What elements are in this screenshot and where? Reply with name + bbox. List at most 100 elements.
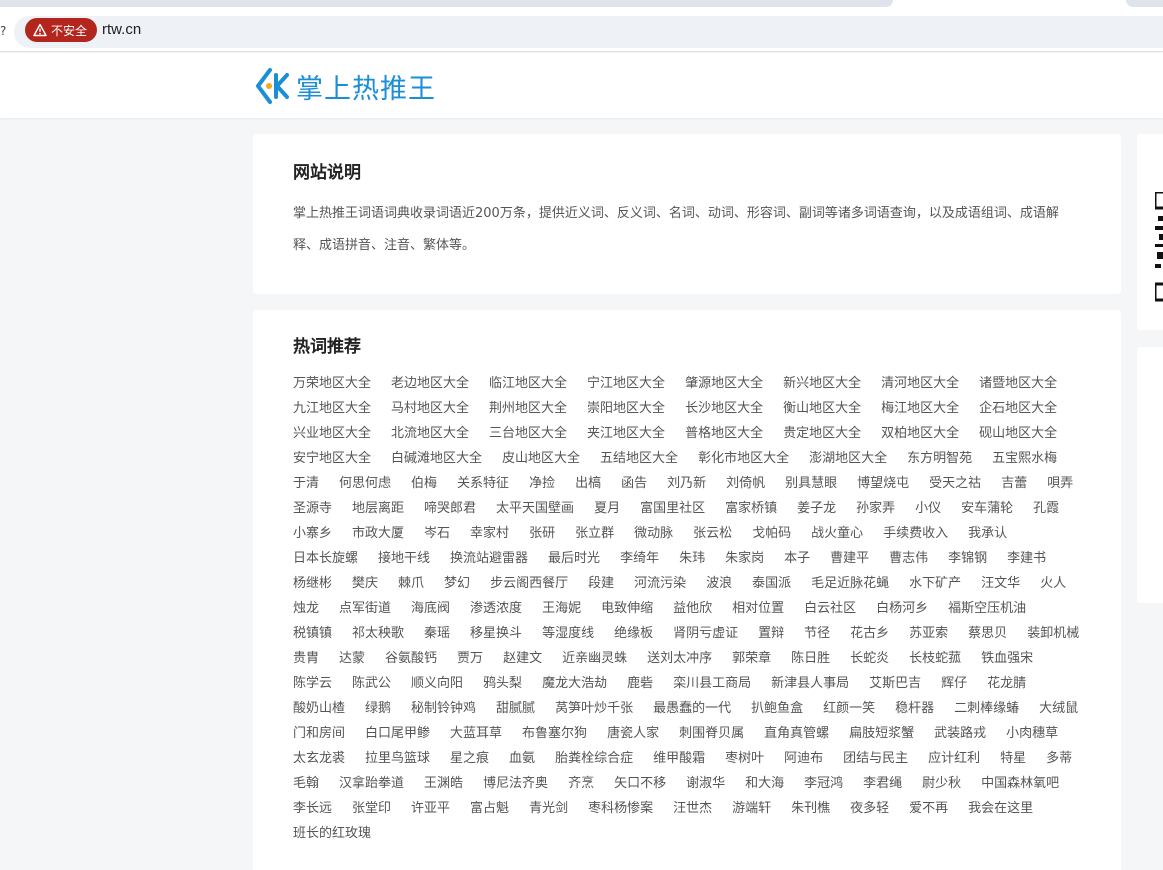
keyword-link[interactable]: 战火童心 bbox=[811, 521, 863, 546]
keyword-link[interactable]: 杨继彬 bbox=[293, 571, 332, 596]
keyword-link[interactable]: 夏月 bbox=[594, 496, 620, 521]
keyword-link[interactable]: 益他欣 bbox=[673, 596, 712, 621]
keyword-link[interactable]: 秦瑶 bbox=[424, 621, 450, 646]
keyword-link[interactable]: 近亲幽灵蛛 bbox=[562, 646, 627, 671]
keyword-link[interactable]: 于清 bbox=[293, 471, 319, 496]
keyword-link[interactable]: 李建书 bbox=[1007, 546, 1046, 571]
keyword-link[interactable]: 新兴地区大全 bbox=[783, 371, 861, 396]
keyword-link[interactable]: 伯梅 bbox=[411, 471, 437, 496]
keyword-link[interactable]: 张研 bbox=[529, 521, 555, 546]
keyword-link[interactable]: 陈日胜 bbox=[791, 646, 830, 671]
keyword-link[interactable]: 梦幻 bbox=[444, 571, 470, 596]
keyword-link[interactable]: 绝缘板 bbox=[614, 621, 653, 646]
keyword-link[interactable]: 游端轩 bbox=[732, 796, 771, 821]
keyword-link[interactable]: 枣科杨惨案 bbox=[588, 796, 653, 821]
keyword-link[interactable]: 受天之祜 bbox=[929, 471, 981, 496]
keyword-link[interactable]: 太玄龙裘 bbox=[293, 746, 345, 771]
keyword-link[interactable]: 夹江地区大全 bbox=[587, 421, 665, 446]
keyword-link[interactable]: 白杨河乡 bbox=[876, 596, 928, 621]
keyword-link[interactable]: 肾阴亏虚证 bbox=[673, 621, 738, 646]
keyword-link[interactable]: 清河地区大全 bbox=[881, 371, 959, 396]
keyword-link[interactable]: 汪世杰 bbox=[673, 796, 712, 821]
keyword-link[interactable]: 贵胄 bbox=[293, 646, 319, 671]
keyword-link[interactable]: 姜子龙 bbox=[797, 496, 836, 521]
keyword-link[interactable]: 宁江地区大全 bbox=[587, 371, 665, 396]
keyword-link[interactable]: 陈学云 bbox=[293, 671, 332, 696]
keyword-link[interactable]: 谷氨酸钙 bbox=[385, 646, 437, 671]
keyword-link[interactable]: 小寨乡 bbox=[293, 521, 332, 546]
keyword-link[interactable]: 辉仔 bbox=[941, 671, 967, 696]
keyword-link[interactable]: 李锦钢 bbox=[948, 546, 987, 571]
keyword-link[interactable]: 衡山地区大全 bbox=[783, 396, 861, 421]
keyword-link[interactable]: 贵定地区大全 bbox=[783, 421, 861, 446]
keyword-link[interactable]: 泰国派 bbox=[752, 571, 791, 596]
keyword-link[interactable]: 别具慧眼 bbox=[785, 471, 837, 496]
keyword-link[interactable]: 爱不再 bbox=[909, 796, 948, 821]
keyword-link[interactable]: 诸暨地区大全 bbox=[979, 371, 1057, 396]
keyword-link[interactable]: 栾川县工商局 bbox=[673, 671, 751, 696]
keyword-link[interactable]: 海底阀 bbox=[411, 596, 450, 621]
keyword-link[interactable]: 梅江地区大全 bbox=[881, 396, 959, 421]
keyword-link[interactable]: 张立群 bbox=[575, 521, 614, 546]
keyword-link[interactable]: 荆州地区大全 bbox=[489, 396, 567, 421]
keyword-link[interactable]: 胎粪栓综合症 bbox=[555, 746, 633, 771]
keyword-link[interactable]: 烛龙 bbox=[293, 596, 319, 621]
keyword-link[interactable]: 贾万 bbox=[457, 646, 483, 671]
keyword-link[interactable]: 我承认 bbox=[968, 521, 1007, 546]
keyword-link[interactable]: 祁太秧歌 bbox=[352, 621, 404, 646]
keyword-link[interactable]: 刺围脊贝属 bbox=[679, 721, 744, 746]
keyword-link[interactable]: 五结地区大全 bbox=[600, 446, 678, 471]
keyword-link[interactable]: 长沙地区大全 bbox=[685, 396, 763, 421]
keyword-link[interactable]: 扒鲍鱼盒 bbox=[751, 696, 803, 721]
tab-edge[interactable] bbox=[1126, 0, 1163, 7]
keyword-link[interactable]: 魔龙大浩劫 bbox=[542, 671, 607, 696]
keyword-link[interactable]: 棘爪 bbox=[398, 571, 424, 596]
keyword-link[interactable]: 顺义向阳 bbox=[411, 671, 463, 696]
keyword-link[interactable]: 矢口不移 bbox=[614, 771, 666, 796]
keyword-link[interactable]: 函告 bbox=[621, 471, 647, 496]
keyword-link[interactable]: 扁肢短浆蟹 bbox=[849, 721, 914, 746]
back-icon[interactable]: ? bbox=[0, 24, 6, 40]
keyword-link[interactable]: 刘倚帆 bbox=[726, 471, 765, 496]
keyword-link[interactable]: 孔霞 bbox=[1033, 496, 1059, 521]
keyword-link[interactable]: 王海妮 bbox=[542, 596, 581, 621]
keyword-link[interactable]: 双柏地区大全 bbox=[881, 421, 959, 446]
keyword-link[interactable]: 李冠鸿 bbox=[804, 771, 843, 796]
keyword-link[interactable]: 武装路戎 bbox=[934, 721, 986, 746]
keyword-link[interactable]: 安宁地区大全 bbox=[293, 446, 371, 471]
keyword-link[interactable]: 岑石 bbox=[424, 521, 450, 546]
keyword-link[interactable]: 最愚蠢的一代 bbox=[653, 696, 731, 721]
keyword-link[interactable]: 火人 bbox=[1040, 571, 1066, 596]
keyword-link[interactable]: 税镇镇 bbox=[293, 621, 332, 646]
keyword-link[interactable]: 手续费收入 bbox=[883, 521, 948, 546]
keyword-link[interactable]: 电致伸缩 bbox=[601, 596, 653, 621]
keyword-link[interactable]: 马村地区大全 bbox=[391, 396, 469, 421]
keyword-link[interactable]: 福斯空压机油 bbox=[948, 596, 1026, 621]
keyword-link[interactable]: 换流站避雷器 bbox=[450, 546, 528, 571]
keyword-link[interactable]: 日本长旋螺 bbox=[293, 546, 358, 571]
keyword-link[interactable]: 二刺棒缘蝽 bbox=[954, 696, 1019, 721]
keyword-link[interactable]: 血氨 bbox=[509, 746, 535, 771]
site-logo[interactable]: 掌上热推王 bbox=[256, 66, 436, 106]
keyword-link[interactable]: 肇源地区大全 bbox=[685, 371, 763, 396]
keyword-link[interactable]: 皮山地区大全 bbox=[502, 446, 580, 471]
keyword-link[interactable]: 谢淑华 bbox=[686, 771, 725, 796]
keyword-link[interactable]: 特星 bbox=[1000, 746, 1026, 771]
keyword-link[interactable]: 枣树叶 bbox=[725, 746, 764, 771]
keyword-link[interactable]: 唐瓷人家 bbox=[607, 721, 659, 746]
keyword-link[interactable]: 绿鹅 bbox=[365, 696, 391, 721]
keyword-link[interactable]: 星之痕 bbox=[450, 746, 489, 771]
keyword-link[interactable]: 地层离距 bbox=[352, 496, 404, 521]
keyword-link[interactable]: 博尼法齐奥 bbox=[483, 771, 548, 796]
keyword-link[interactable]: 渗透浓度 bbox=[470, 596, 522, 621]
keyword-link[interactable]: 白口尾甲鲹 bbox=[365, 721, 430, 746]
keyword-link[interactable]: 万荣地区大全 bbox=[293, 371, 371, 396]
keyword-link[interactable]: 临江地区大全 bbox=[489, 371, 567, 396]
keyword-link[interactable]: 市政大厦 bbox=[352, 521, 404, 546]
keyword-link[interactable]: 鸦头梨 bbox=[483, 671, 522, 696]
keyword-link[interactable]: 和大海 bbox=[745, 771, 784, 796]
keyword-link[interactable]: 夜多轻 bbox=[850, 796, 889, 821]
keyword-link[interactable]: 张云松 bbox=[693, 521, 732, 546]
keyword-link[interactable]: 中国森林氧吧 bbox=[981, 771, 1059, 796]
keyword-link[interactable]: 莴笋叶炒千张 bbox=[555, 696, 633, 721]
